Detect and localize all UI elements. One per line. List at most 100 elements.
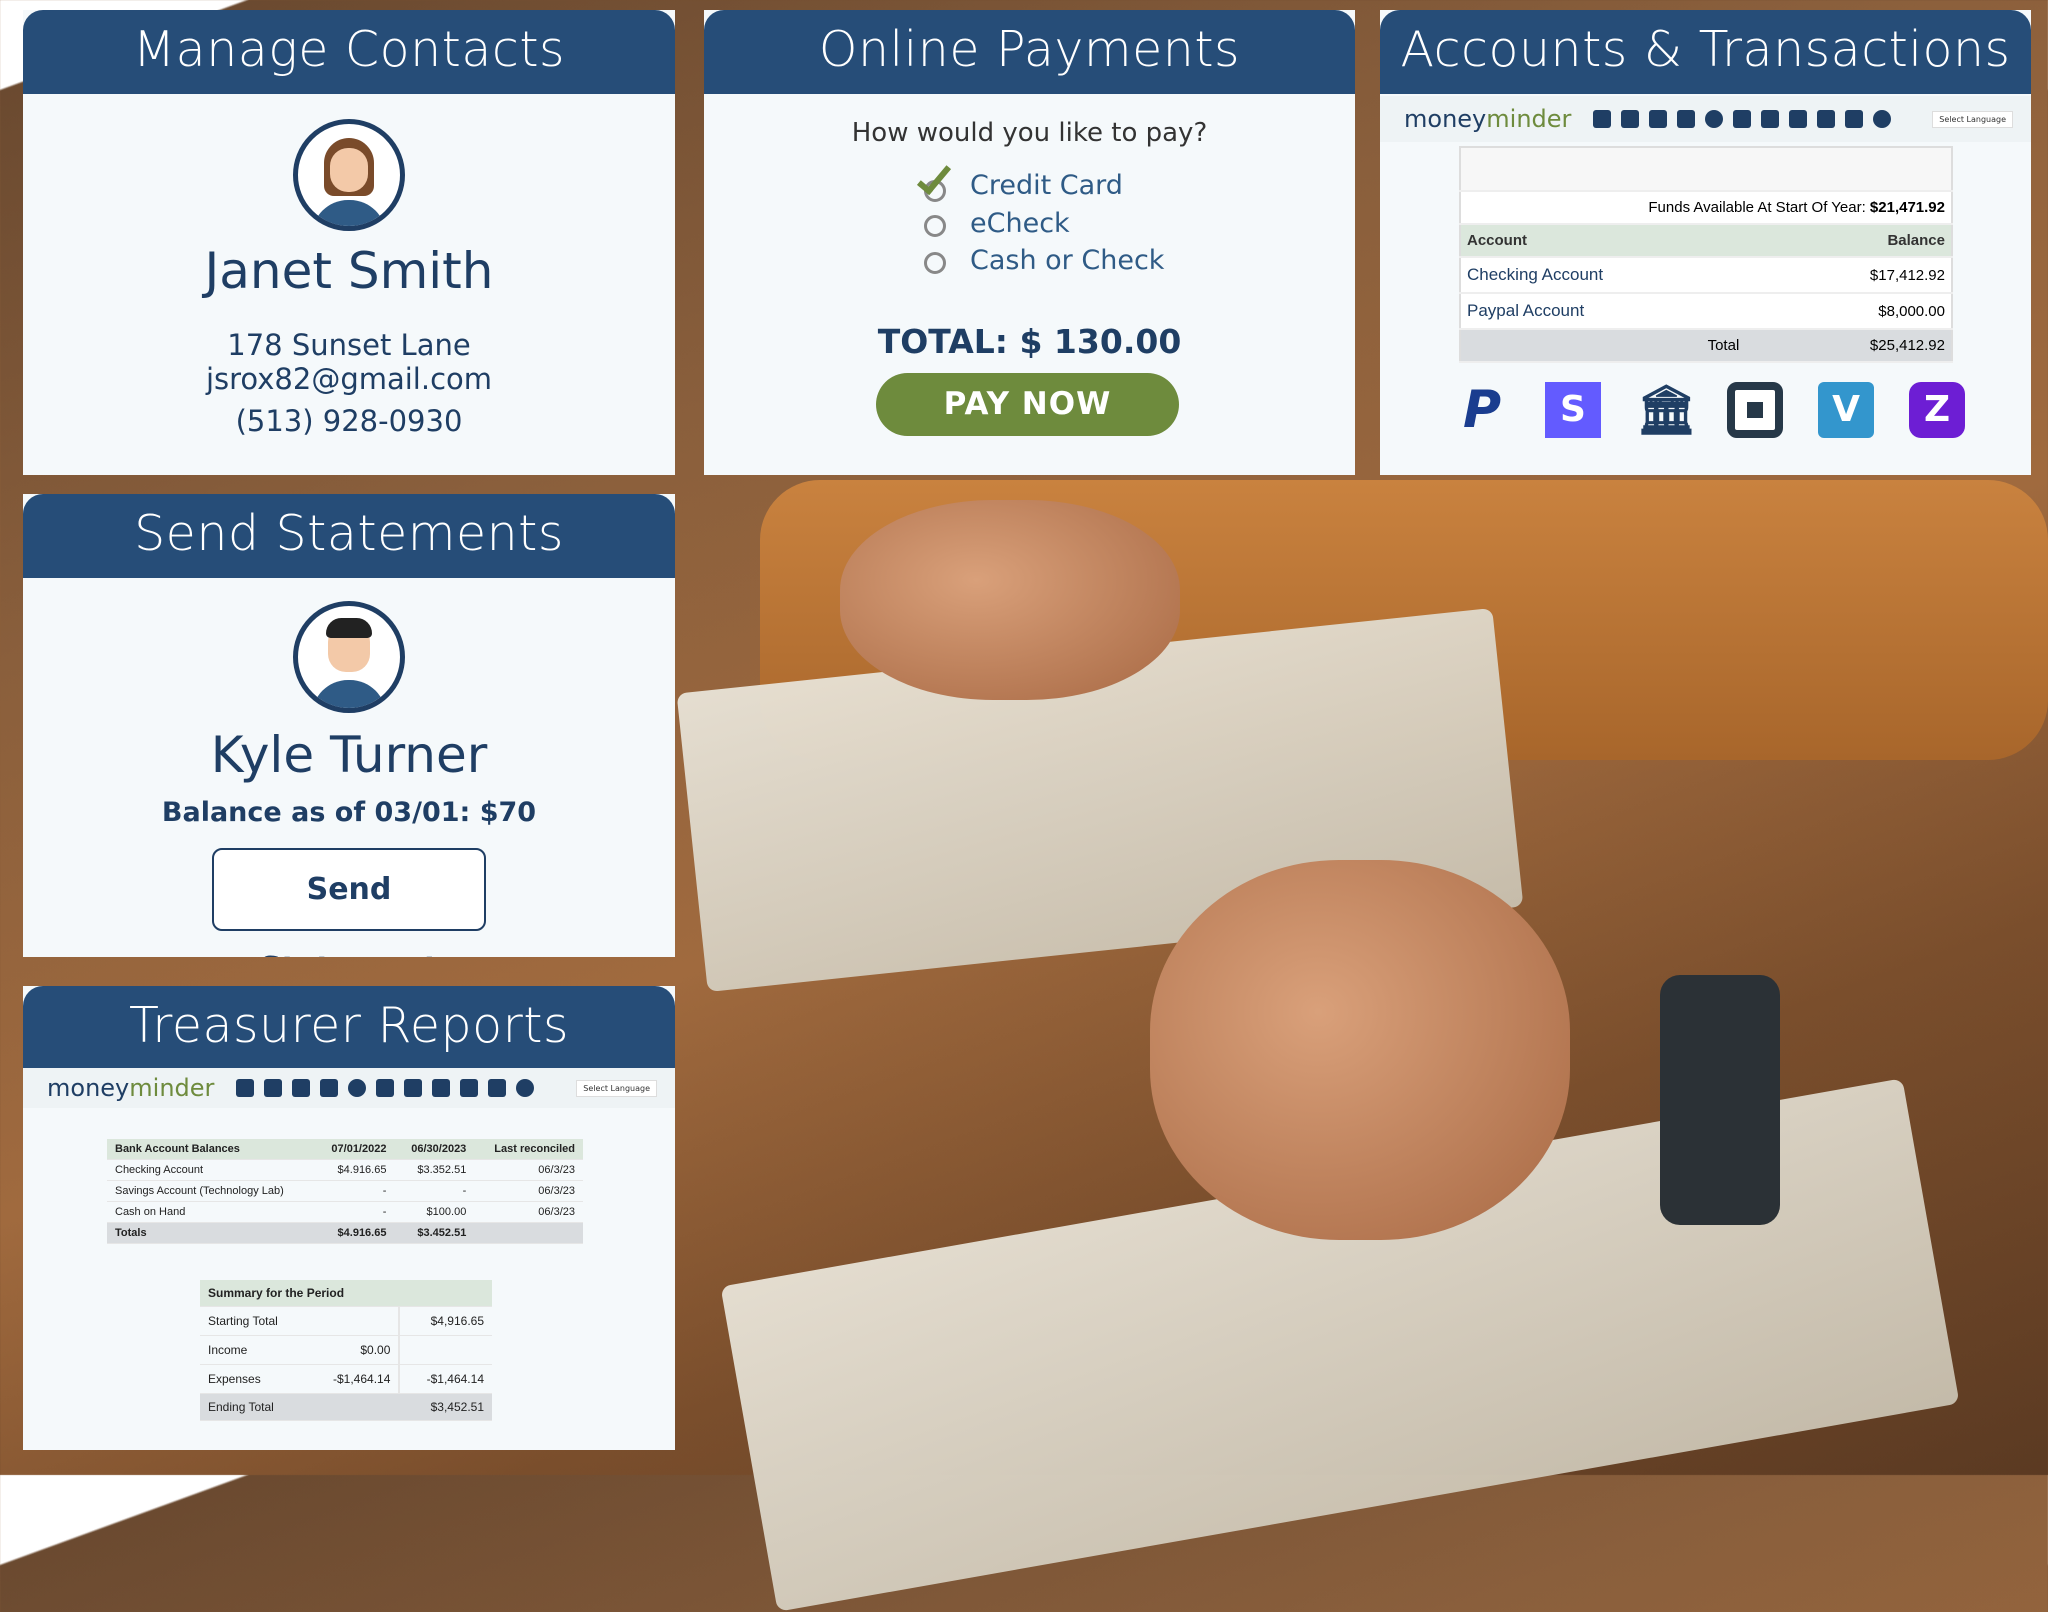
- moneyminder-navbar: moneyminder Select Language: [1380, 96, 2031, 142]
- cell: 06/3/23: [474, 1159, 583, 1181]
- help-icon[interactable]: [516, 1079, 535, 1097]
- language-select[interactable]: Select Language: [1932, 110, 2013, 128]
- cell: -$1,464.14: [306, 1364, 400, 1394]
- square-icon: [1727, 382, 1783, 438]
- table-row: Savings Account (Technology Lab) - -06/3/2…: [107, 1180, 583, 1202]
- cell: 06/3/23: [474, 1201, 583, 1223]
- bank-icon[interactable]: [292, 1079, 311, 1097]
- contact-name: Kyle Turner: [210, 726, 488, 784]
- moneyminder-logo: moneyminder: [47, 1074, 215, 1102]
- cell: $0.00: [306, 1335, 400, 1365]
- home-icon[interactable]: [1621, 110, 1640, 128]
- col-header: Bank Account Balances: [107, 1139, 315, 1160]
- cell: -$1,464.14: [398, 1364, 492, 1394]
- cell: $100.00: [394, 1201, 475, 1223]
- contact-phone: (513) 928-0930: [235, 404, 463, 438]
- payment-total: TOTAL: $ 130.00: [877, 322, 1182, 361]
- paypal-icon: P: [1462, 380, 1502, 440]
- moneyminder-navbar: moneyminder Select Language: [23, 1068, 675, 1108]
- users-icon[interactable]: [1761, 110, 1780, 128]
- online-payments-panel: Online Payments How would you like to pa…: [704, 10, 1355, 475]
- table-row: Income $0.00: [200, 1335, 492, 1365]
- bank-balances-table: Bank Account Balances 07/01/2022 06/30/202…: [107, 1139, 583, 1244]
- horse-icon[interactable]: [1593, 110, 1612, 128]
- cell: Cash on Hand: [107, 1201, 315, 1223]
- contact-email[interactable]: jsrox82@gmail.com: [23, 362, 675, 396]
- cell: [474, 1222, 583, 1244]
- language-select[interactable]: Select Language: [576, 1079, 657, 1097]
- accounts-panel: Accounts & Transactions moneyminder Sele…: [1380, 10, 2031, 475]
- panel-title: Accounts & Transactions: [1380, 10, 2031, 94]
- institution-icon[interactable]: [1817, 110, 1836, 128]
- table-row: Paypal Account $8,000.00: [1460, 293, 1952, 330]
- send-statements-panel: Send Statements Kyle Turner Balance as o…: [23, 494, 675, 957]
- inbox-icon[interactable]: [1845, 110, 1864, 128]
- total-label: Total: [1460, 329, 1770, 363]
- institution-icon[interactable]: [460, 1079, 479, 1097]
- pay-now-button[interactable]: PAY NOW: [876, 373, 1179, 436]
- cell: $3.452.51: [394, 1222, 475, 1244]
- col-header: 06/30/2023: [394, 1139, 475, 1160]
- account-link[interactable]: Paypal Account: [1460, 293, 1770, 330]
- cell: -: [314, 1180, 395, 1202]
- cash-check-radio[interactable]: [924, 252, 946, 274]
- watch: [1660, 975, 1780, 1225]
- funds-label: Funds Available At Start Of Year:: [1648, 199, 1866, 216]
- panel-title: Treasurer Reports: [23, 986, 675, 1070]
- contact-name: Janet Smith: [204, 242, 494, 300]
- col-balance: Balance: [1769, 224, 1952, 258]
- option-credit-card[interactable]: Credit Card: [970, 170, 1123, 201]
- table-row: Checking Account $4.916.65 $3.352.51 06/3/2…: [107, 1159, 583, 1181]
- summary-title: Summary for the Period: [200, 1280, 492, 1307]
- treasurer-reports-panel: Treasurer Reports moneyminder Select Lan…: [23, 986, 675, 1450]
- line-chart-icon[interactable]: [376, 1079, 395, 1097]
- total-value: $25,412.92: [1769, 329, 1952, 363]
- cell: $4.916.65: [314, 1159, 395, 1181]
- table-row: Cash on Hand - $100.00 06/3/23: [107, 1201, 583, 1223]
- cell: Income: [200, 1335, 307, 1365]
- cell: [398, 1335, 492, 1365]
- archive-icon[interactable]: [432, 1079, 451, 1097]
- accounts-table: Funds Available At Start Of Year: $21,47…: [1459, 146, 1953, 363]
- cell: Savings Account (Technology Lab): [107, 1180, 315, 1202]
- col-header: 07/01/2022: [314, 1139, 395, 1160]
- inbox-icon[interactable]: [488, 1079, 507, 1097]
- home-icon[interactable]: [264, 1079, 283, 1097]
- cell: $3.352.51: [394, 1159, 475, 1181]
- option-echeck[interactable]: eCheck: [970, 208, 1070, 239]
- help-icon[interactable]: [1873, 110, 1892, 128]
- funds-value: $21,471.92: [1869, 199, 1945, 216]
- col-account: Account: [1460, 224, 1770, 258]
- stripe-icon: S: [1545, 382, 1601, 438]
- cell: 06/3/23: [474, 1180, 583, 1202]
- balance: $17,412.92: [1769, 257, 1952, 294]
- cell: -: [314, 1201, 395, 1223]
- pie-chart-icon[interactable]: [1705, 110, 1724, 128]
- panel-title: Send Statements: [23, 494, 675, 578]
- summary-table: Summary for the Period Starting Total $4,…: [200, 1280, 492, 1421]
- balance: $8,000.00: [1769, 293, 1952, 330]
- send-statement-button[interactable]: Send Statement: [212, 848, 486, 957]
- echeck-radio[interactable]: [924, 215, 946, 237]
- cell: $4.916.65: [314, 1222, 395, 1244]
- payment-question: How would you like to pay?: [851, 118, 1208, 148]
- cell: Starting Total: [200, 1306, 307, 1336]
- moneyminder-logo: moneyminder: [1404, 105, 1572, 133]
- female-avatar-icon: [293, 119, 405, 231]
- cart-icon[interactable]: [320, 1079, 339, 1097]
- cell: Ending Total: [200, 1393, 400, 1421]
- manage-contacts-panel: Manage Contacts Janet Smith 178 Sunset L…: [23, 10, 675, 475]
- cell: Checking Account: [107, 1159, 315, 1181]
- account-link[interactable]: Checking Account: [1460, 257, 1770, 294]
- line-chart-icon[interactable]: [1733, 110, 1752, 128]
- contact-address: 178 Sunset Lane: [227, 328, 471, 362]
- cart-icon[interactable]: [1677, 110, 1696, 128]
- pie-chart-icon[interactable]: [348, 1079, 367, 1097]
- balance-text: Balance as of 03/01: $70: [161, 797, 537, 828]
- archive-icon[interactable]: [1789, 110, 1808, 128]
- option-cash-check[interactable]: Cash or Check: [970, 245, 1164, 276]
- horse-icon[interactable]: [236, 1079, 255, 1097]
- cell: $4,916.65: [398, 1306, 492, 1336]
- users-icon[interactable]: [404, 1079, 423, 1097]
- bank-icon[interactable]: [1649, 110, 1668, 128]
